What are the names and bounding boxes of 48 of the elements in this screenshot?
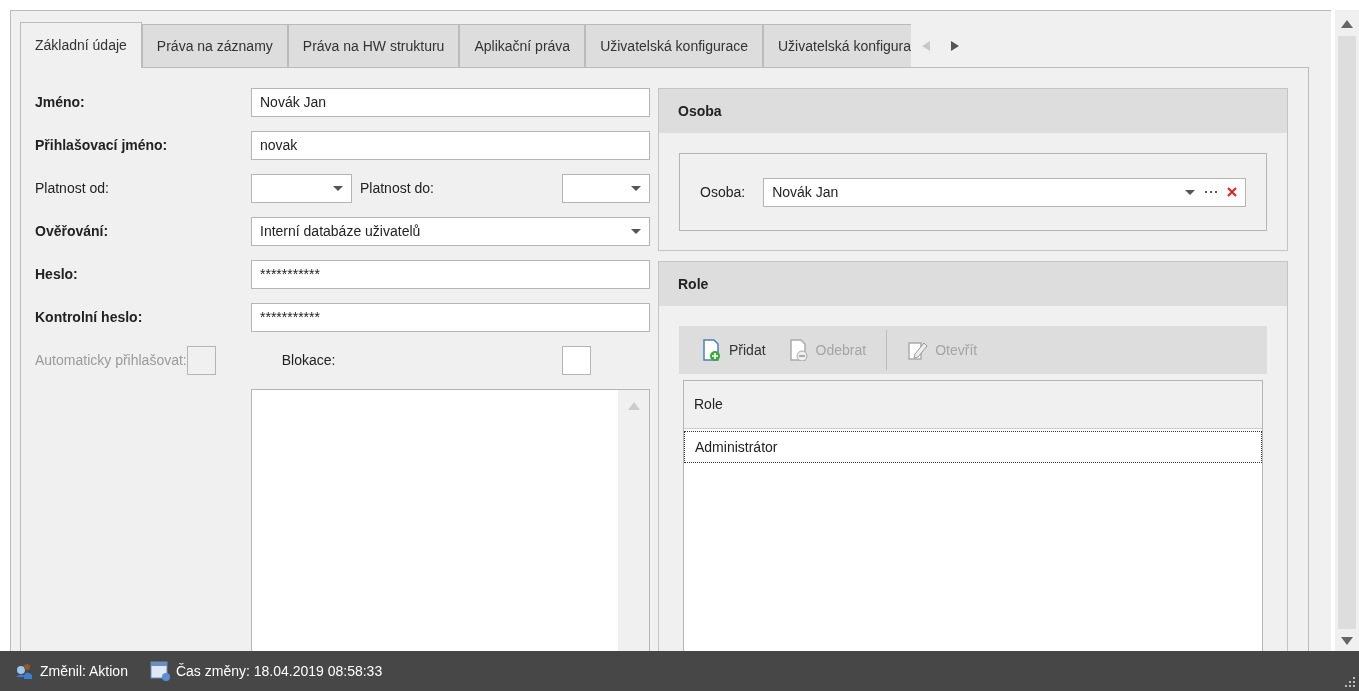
grid-row[interactable]: Administrátor xyxy=(684,431,1262,463)
field-label: Osoba: xyxy=(700,182,746,202)
edit-document-icon xyxy=(907,339,930,361)
toolbar-button[interactable]: Přidat xyxy=(693,330,774,370)
tab[interactable]: Základní údaje xyxy=(20,22,142,68)
dropdown[interactable]: Interní databáze uživatelů xyxy=(251,217,650,246)
field-label: Heslo: xyxy=(35,265,79,284)
date-field[interactable] xyxy=(251,174,352,203)
tab[interactable]: Uživatelská konfigura xyxy=(763,24,912,67)
field-label: Kontrolní heslo: xyxy=(35,308,144,327)
tab[interactable]: Uživatelská konfigurace xyxy=(585,24,763,67)
field-label: Blokace: xyxy=(281,351,337,370)
status-text: Čas změny: 18.04.2019 08:58:33 xyxy=(175,661,383,681)
password-field[interactable]: *********** xyxy=(251,303,650,332)
resize-grip-icon[interactable] xyxy=(1344,676,1356,688)
caret-icon xyxy=(631,229,641,234)
remove-document-icon xyxy=(787,339,810,361)
add-document-icon xyxy=(701,339,723,361)
panel-header: Role xyxy=(659,262,1287,306)
field-label: Platnost do: xyxy=(360,179,435,198)
caret-icon xyxy=(1185,189,1195,195)
lookup-field[interactable]: Novák Jan xyxy=(763,177,1246,207)
field-label: Přihlašovací jméno: xyxy=(35,136,169,155)
memo-field[interactable] xyxy=(251,389,650,651)
panel-header: Osoba xyxy=(659,89,1287,133)
field-label: Jméno: xyxy=(35,93,86,112)
tab[interactable]: Aplikační práva xyxy=(459,24,586,67)
column-header[interactable]: Role xyxy=(694,394,723,415)
caret-icon xyxy=(333,186,343,191)
scroll-right-icon[interactable] xyxy=(950,40,959,51)
field-label: Automaticky přihlašovat: xyxy=(35,351,187,370)
tab[interactable]: Práva na HW strukturu xyxy=(287,24,460,67)
date-field[interactable] xyxy=(562,174,650,203)
close-icon[interactable] xyxy=(1227,187,1237,197)
input-field[interactable]: novak xyxy=(251,131,650,160)
status-text: Změnil: Aktion xyxy=(40,661,128,681)
input-field[interactable]: Novák Jan xyxy=(251,88,650,117)
scrollbar[interactable] xyxy=(1335,10,1359,651)
scroll-up-icon[interactable] xyxy=(1341,20,1353,28)
password-field[interactable]: *********** xyxy=(251,260,650,289)
caret-icon xyxy=(631,186,641,191)
calendar-icon xyxy=(149,661,170,681)
scroll-down-icon[interactable] xyxy=(1341,637,1353,645)
users-icon xyxy=(14,661,34,681)
tab[interactable]: Práva na záznamy xyxy=(141,24,288,67)
ellipsis-icon[interactable] xyxy=(1205,190,1217,194)
field-label: Ověřování: xyxy=(35,222,110,241)
field-label: Platnost od: xyxy=(35,179,110,198)
